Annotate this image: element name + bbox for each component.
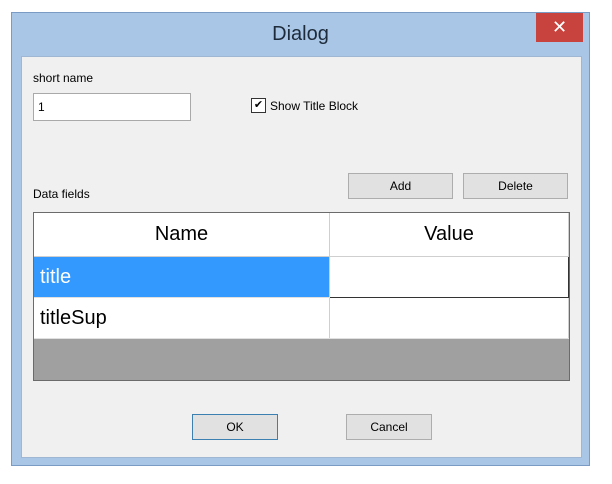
column-header-value[interactable]: Value <box>329 213 569 257</box>
checkmark-icon: ✔ <box>253 99 264 111</box>
ok-button[interactable]: OK <box>192 414 278 440</box>
data-fields-grid: Name Value title titleSup <box>33 212 570 381</box>
delete-button[interactable]: Delete <box>463 173 568 199</box>
data-fields-table: Name Value title titleSup <box>34 213 569 339</box>
add-button[interactable]: Add <box>348 173 453 199</box>
table-cell-name[interactable]: title <box>34 256 330 298</box>
cancel-button[interactable]: Cancel <box>346 414 432 440</box>
table-cell-value[interactable] <box>329 297 569 339</box>
table-row[interactable]: title <box>34 256 569 298</box>
column-header-name[interactable]: Name <box>34 213 330 257</box>
window-title: Dialog <box>272 23 329 45</box>
table-row[interactable]: titleSup <box>34 297 569 339</box>
short-name-input[interactable] <box>33 93 191 121</box>
data-fields-label: Data fields <box>33 187 90 201</box>
checkbox-box[interactable]: ✔ <box>251 98 266 113</box>
show-title-block-checkbox[interactable]: ✔ Show Title Block <box>251 98 358 113</box>
dialog-window: Dialog ✕ short name ✔ Show Title Block D… <box>11 12 590 466</box>
show-title-block-label: Show Title Block <box>270 98 359 113</box>
table-cell-value[interactable] <box>329 256 569 298</box>
title-bar[interactable]: Dialog ✕ <box>12 13 589 56</box>
short-name-label: short name <box>33 71 94 85</box>
dialog-client-area: short name ✔ Show Title Block Data field… <box>21 56 582 458</box>
table-cell-name[interactable]: titleSup <box>34 297 330 339</box>
close-button[interactable]: ✕ <box>536 13 583 42</box>
close-icon: ✕ <box>551 17 568 37</box>
